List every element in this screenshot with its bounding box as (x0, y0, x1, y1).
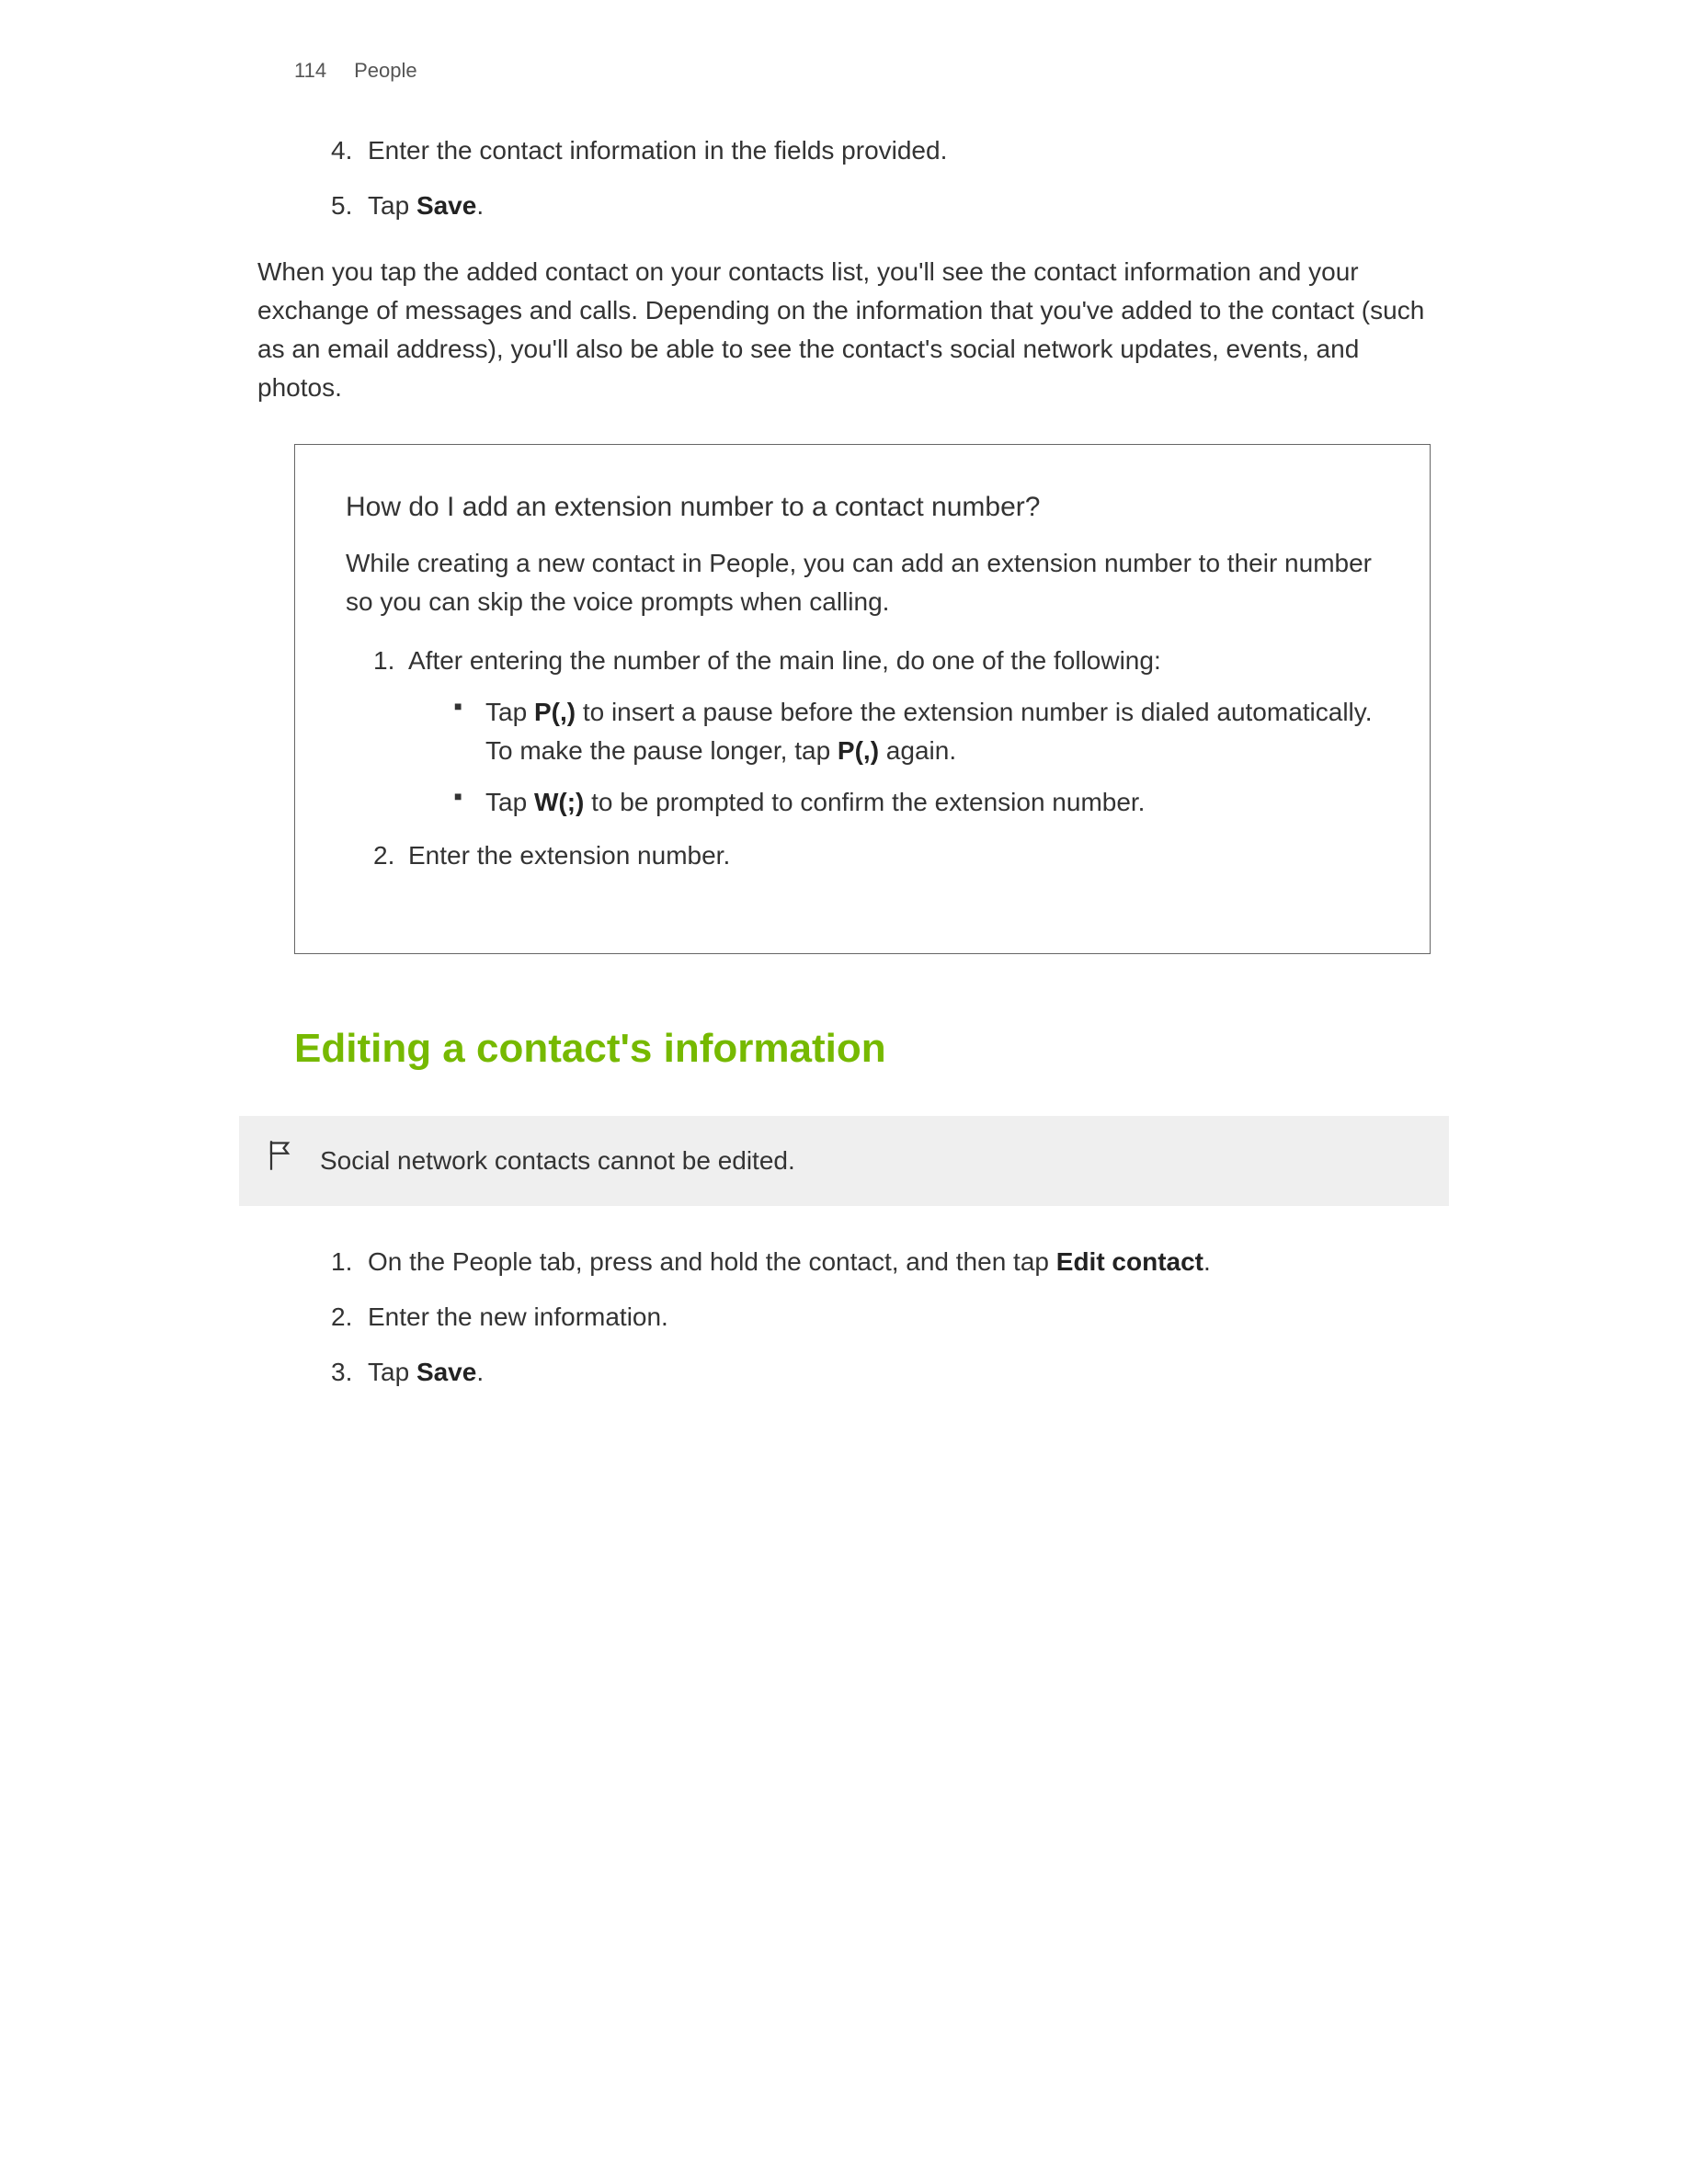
list-item: 3. Tap Save. (331, 1353, 1431, 1392)
list-item: 1. After entering the number of the main… (373, 642, 1379, 822)
document-page: 114 People 4. Enter the contact informat… (0, 0, 1688, 1463)
list-item: 2. Enter the new information. (331, 1298, 1431, 1337)
bullet-item: Tap W(;) to be prompted to confirm the e… (454, 783, 1379, 822)
section-name: People (354, 55, 417, 85)
list-number: 4. (331, 131, 352, 170)
list-number: 2. (373, 836, 394, 875)
bullet-item: Tap P(,) to insert a pause before the ex… (454, 693, 1379, 770)
list-text-before: Tap (368, 191, 416, 220)
list-item: 5. Tap Save. (331, 187, 1431, 225)
list-text: Enter the extension number. (408, 841, 730, 870)
list-number: 3. (331, 1353, 352, 1392)
page-header: 114 People (257, 55, 1431, 85)
note-text: Social network contacts cannot be edited… (320, 1142, 795, 1180)
list-text: After entering the number of the main li… (408, 646, 1161, 675)
bullet-bold-1: W(;) (534, 788, 584, 816)
step-text-1: Tap (368, 1358, 416, 1386)
intro-paragraph: When you tap the added contact on your c… (257, 253, 1431, 407)
list-item: 1. On the People tab, press and hold the… (331, 1243, 1431, 1281)
step-text: Enter the new information. (368, 1302, 668, 1331)
page-number: 114 (294, 55, 326, 85)
list-number: 2. (331, 1298, 352, 1337)
list-number: 5. (331, 187, 352, 225)
list-item: 4. Enter the contact information in the … (331, 131, 1431, 170)
bullet-bold-1: P(,) (534, 698, 576, 726)
list-text: Enter the contact information in the fie… (368, 136, 947, 165)
note-bar: Social network contacts cannot be edited… (239, 1116, 1449, 1206)
bullet-text-2: to be prompted to confirm the extension … (584, 788, 1145, 816)
numbered-list-steps: 1. On the People tab, press and hold the… (257, 1243, 1431, 1392)
list-item: 2. Enter the extension number. (373, 836, 1379, 875)
list-text-after: . (476, 191, 484, 220)
box-numbered-list: 1. After entering the number of the main… (346, 642, 1379, 875)
list-number: 1. (331, 1243, 352, 1281)
bullet-bold-2: P(,) (838, 736, 879, 765)
box-title: How do I add an extension number to a co… (346, 486, 1379, 528)
bullet-text-1: Tap (485, 788, 534, 816)
box-paragraph: While creating a new contact in People, … (346, 544, 1379, 621)
info-box: How do I add an extension number to a co… (294, 444, 1431, 954)
numbered-list-top: 4. Enter the contact information in the … (257, 131, 1431, 225)
list-number: 1. (373, 642, 394, 680)
step-bold: Save (416, 1358, 476, 1386)
bullet-list: Tap P(,) to insert a pause before the ex… (408, 693, 1379, 822)
bullet-text-3: again. (879, 736, 956, 765)
step-text-2: . (476, 1358, 484, 1386)
list-text-bold: Save (416, 191, 476, 220)
section-heading: Editing a contact's information (257, 1018, 1431, 1079)
step-text-1: On the People tab, press and hold the co… (368, 1247, 1056, 1276)
step-bold: Edit contact (1056, 1247, 1203, 1276)
flag-icon (239, 1139, 292, 1183)
step-text-2: . (1203, 1247, 1211, 1276)
bullet-text-1: Tap (485, 698, 534, 726)
